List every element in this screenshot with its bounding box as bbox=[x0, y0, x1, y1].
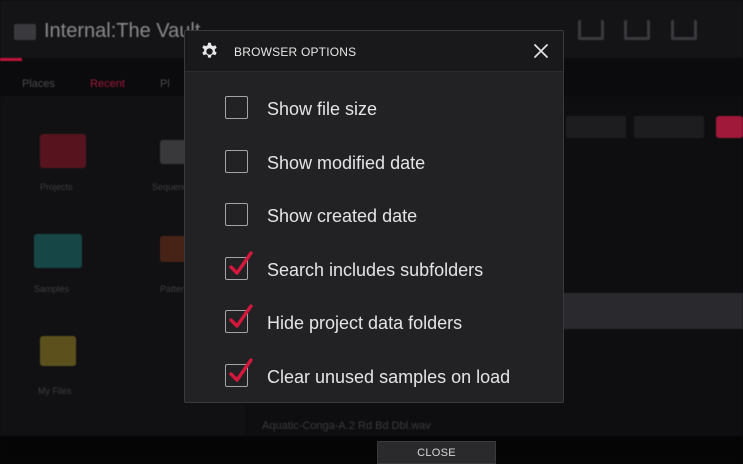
option-label: Show modified date bbox=[267, 153, 426, 173]
checkmark-icon bbox=[229, 251, 253, 275]
browser-tabs: Places Recent Pl bbox=[22, 78, 202, 90]
bottom-bar bbox=[0, 436, 743, 464]
tab-recent: Recent bbox=[90, 78, 125, 90]
up-icon bbox=[578, 20, 604, 40]
location-title: Internal:The Vault bbox=[44, 20, 201, 42]
checkbox[interactable] bbox=[225, 150, 248, 173]
category-patterns-icon bbox=[160, 236, 186, 262]
option-label: Show created date bbox=[267, 206, 418, 226]
category-myfiles-icon bbox=[40, 336, 76, 366]
dialog-title: BROWSER OPTIONS bbox=[234, 45, 357, 59]
category-myfiles-label: My Files bbox=[38, 386, 72, 396]
option-label: Show file size bbox=[267, 99, 378, 119]
option-show-created-date[interactable]: Show created date bbox=[225, 200, 545, 230]
option-label: Hide project data folders bbox=[267, 313, 463, 333]
record-button bbox=[716, 116, 743, 138]
selected-row bbox=[560, 293, 743, 329]
option-label: Clear unused samples on load bbox=[267, 367, 511, 387]
checkbox-checked[interactable] bbox=[225, 304, 253, 333]
close-button[interactable]: CLOSE bbox=[377, 441, 496, 464]
gear-icon bbox=[202, 42, 217, 58]
option-search-includes-subfolders[interactable]: Search includes subfolders bbox=[225, 251, 545, 284]
option-clear-unused-samples[interactable]: Clear unused samples on load bbox=[225, 358, 545, 391]
category-projects-icon bbox=[40, 134, 86, 168]
tray-icon bbox=[624, 20, 650, 40]
checkbox-checked[interactable] bbox=[225, 251, 253, 280]
folder-icon bbox=[14, 24, 36, 40]
tab-places: Places bbox=[22, 78, 56, 90]
close-icon[interactable] bbox=[531, 41, 551, 61]
checkmark-icon bbox=[229, 304, 253, 328]
tab-pl: Pl bbox=[160, 78, 170, 90]
category-samples-icon bbox=[34, 234, 82, 268]
category-projects-label: Projects bbox=[40, 182, 73, 192]
browser-options-dialog: BROWSER OPTIONS Show file size Show modi… bbox=[184, 30, 564, 403]
checkbox[interactable] bbox=[225, 96, 248, 119]
checkbox[interactable] bbox=[225, 203, 248, 226]
list-row-text: Aquatic-Conga-A.2 Rd Bd Dbl.wav bbox=[262, 420, 431, 432]
list-button bbox=[634, 116, 704, 138]
list-button bbox=[566, 116, 626, 138]
option-show-modified-date[interactable]: Show modified date bbox=[225, 147, 545, 177]
checkmark-icon bbox=[229, 358, 253, 382]
category-samples-label: Samples bbox=[34, 284, 70, 294]
option-show-file-size[interactable]: Show file size bbox=[225, 93, 545, 123]
download-icon bbox=[671, 20, 697, 40]
dialog-header: BROWSER OPTIONS bbox=[185, 31, 563, 72]
checkbox-checked[interactable] bbox=[225, 358, 253, 387]
option-label: Search includes subfolders bbox=[267, 260, 484, 280]
option-hide-project-data-folders[interactable]: Hide project data folders bbox=[225, 304, 545, 337]
header-accent bbox=[0, 58, 22, 61]
